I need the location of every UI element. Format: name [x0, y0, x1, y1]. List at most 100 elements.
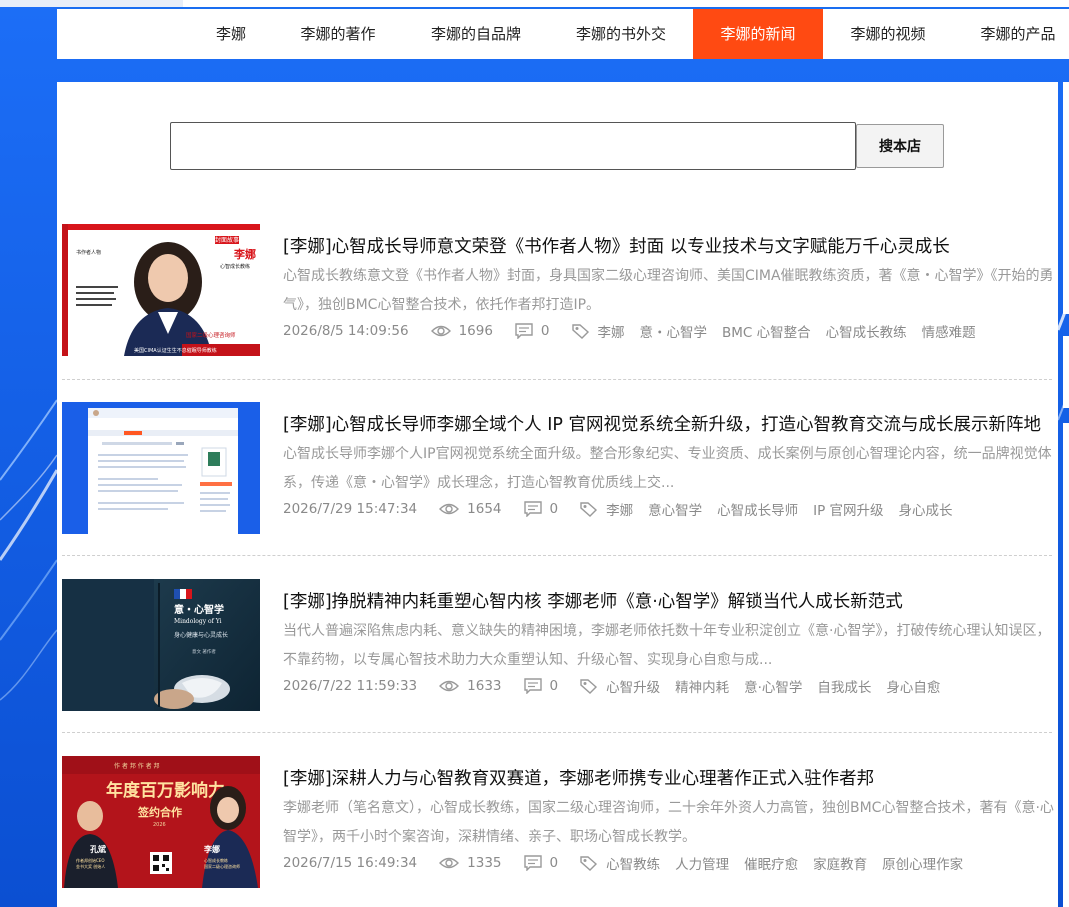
- nav-item-products[interactable]: 李娜的产品: [962, 9, 1069, 59]
- cover-footer-line1: 国家二级心理咨询师: [186, 331, 236, 339]
- article-tag[interactable]: 意心智学: [648, 499, 702, 519]
- tag-icon: [580, 678, 598, 694]
- magazine-cover-image: 书作者人物 封面故事 李娜 心智成长教练 国家二级心理咨询师 美国CIMA认证生…: [62, 224, 260, 356]
- article-meta: 2026/7/15 16:49:34 1335 0 心智教练 人力管理 催眠疗愈…: [283, 852, 963, 874]
- poster-right-role1: 心智成长教练: [204, 857, 228, 863]
- tag-icon: [571, 323, 590, 339]
- article-summary: 李娜老师（笔名意文），心智成长教练，国家二级心理咨询师，二十余年外资人力高管，独…: [283, 800, 1054, 845]
- poster-year: 2026: [153, 822, 166, 828]
- comment-icon: [523, 678, 542, 694]
- eye-icon: [439, 856, 460, 870]
- article-thumbnail[interactable]: 作 者 邦 作 者 邦 年度百万影响力 签约合作 2026 孔斌 作者邦创始CE…: [62, 756, 260, 888]
- signing-poster-image: 作 者 邦 作 者 邦 年度百万影响力 签约合作 2026 孔斌 作者邦创始CE…: [62, 756, 260, 888]
- poster-left-name: 孔斌: [90, 844, 106, 854]
- article-tag[interactable]: 家庭教育: [813, 853, 867, 873]
- article-tag[interactable]: 情感难题: [922, 321, 976, 341]
- nav-item-lina[interactable]: 李娜: [203, 9, 259, 59]
- book-title: 意・心智学: [174, 603, 224, 616]
- cover-side-text: 书作者人物: [76, 249, 101, 256]
- cover-footer-line2: 美国CIMA认证生生不息催眠导师教练: [134, 347, 217, 354]
- search-store-button[interactable]: 搜本店: [856, 124, 944, 168]
- comment-count: 0: [549, 678, 559, 694]
- article-thumbnail[interactable]: [62, 402, 260, 534]
- article-tag[interactable]: 身心自愈: [886, 676, 940, 696]
- main-panel: 搜本店 书作者人物 封面故事 李娜 心智成长教练 国家二级心理咨询师 美国CIM…: [57, 82, 1058, 907]
- cover-badge: 封面故事: [215, 236, 239, 244]
- book-subtitle: 身心健康与心灵成长: [174, 631, 228, 639]
- eye-icon: [439, 502, 460, 516]
- article-title[interactable]: [李娜]挣脱精神内耗重塑心智内核 李娜老师《意·心智学》解锁当代人成长新范式: [283, 588, 1063, 613]
- view-count: 1654: [467, 501, 502, 517]
- poster-right-role2: 国家二级心理咨询师: [204, 863, 240, 869]
- search-input[interactable]: [170, 122, 856, 170]
- right-edge-strip: [1063, 82, 1069, 314]
- article-meta: 2026/7/22 11:59:33 1633 0 心智升级 精神内耗 意·心智…: [283, 675, 940, 697]
- comment-icon: [523, 501, 542, 517]
- comment-count: 0: [549, 501, 559, 517]
- view-count: 1696: [458, 323, 493, 339]
- nav-item-works[interactable]: 李娜的著作: [285, 9, 391, 59]
- article-item: 作 者 邦 作 者 邦 年度百万影响力 签约合作 2026 孔斌 作者邦创始CE…: [62, 756, 1054, 907]
- article-tag[interactable]: 心智升级: [606, 676, 660, 696]
- book-author: 意文 著作者: [192, 648, 216, 655]
- top-nav: 李娜 李娜的著作 李娜的自品牌 李娜的书外交 李娜的新闻 李娜的视频 李娜的产品: [57, 7, 1069, 59]
- article-tag[interactable]: 心智成长教练: [826, 321, 907, 341]
- poster-sign-text: 签约合作: [137, 805, 182, 819]
- poster-top-text: 作 者 邦 作 者 邦: [114, 762, 160, 770]
- article-thumbnail[interactable]: 意・心智学 Mindology of Yi 身心健康与心灵成长 意文 著作者: [62, 579, 260, 711]
- tag-icon: [580, 501, 598, 517]
- article-summary: 当代人普遍深陷焦虑内耗、意义缺失的精神困境，李娜老师依托数十年专业积淀创立《意·…: [283, 623, 1051, 668]
- right-edge-strip: [1063, 336, 1069, 408]
- view-count: 1335: [467, 855, 502, 871]
- nav-item-brand[interactable]: 李娜的自品牌: [415, 9, 537, 59]
- article-thumbnail[interactable]: 书作者人物 封面故事 李娜 心智成长教练 国家二级心理咨询师 美国CIMA认证生…: [62, 224, 260, 356]
- nav-item-videos[interactable]: 李娜的视频: [837, 9, 939, 59]
- comment-count: 0: [540, 323, 550, 339]
- article-tag[interactable]: 人力管理: [675, 853, 729, 873]
- article-tag[interactable]: 心智成长导师: [717, 499, 798, 519]
- article-tag[interactable]: 李娜: [598, 321, 625, 341]
- article-date: 2026/7/22 11:59:33: [283, 678, 418, 694]
- article-date: 2026/7/15 16:49:34: [283, 855, 418, 871]
- article-tag[interactable]: 原创心理作家: [882, 853, 963, 873]
- article-meta: 2026/7/29 15:47:34 1654 0 李娜 意心智学 心智成长导师…: [283, 498, 953, 520]
- book-en-title: Mindology of Yi: [174, 618, 222, 625]
- cover-name: 李娜: [233, 247, 256, 261]
- poster-left-role1: 作者邦创始CEO: [76, 857, 104, 863]
- article-tag[interactable]: 催眠疗愈: [744, 853, 798, 873]
- comment-icon: [515, 323, 533, 339]
- article-date: 2026/8/5 14:09:56: [283, 323, 409, 339]
- tag-icon: [580, 855, 598, 871]
- comment-icon: [523, 855, 542, 871]
- article-title[interactable]: [李娜]心智成长导师意文荣登《书作者人物》封面 以专业技术与文字赋能万千心灵成长: [283, 233, 1063, 258]
- article-item: [李娜]心智成长导师李娜全域个人 IP 官网视觉系统全新升级，打造心智教育交流与…: [62, 402, 1052, 556]
- article-tag[interactable]: 精神内耗: [675, 676, 729, 696]
- eye-icon: [430, 324, 451, 338]
- article-tag[interactable]: 意・心智学: [640, 321, 708, 341]
- right-edge-strip: [1063, 423, 1069, 907]
- article-title[interactable]: [李娜]心智成长导师李娜全域个人 IP 官网视觉系统全新升级，打造心智教育交流与…: [283, 411, 1063, 436]
- article-tag[interactable]: 自我成长: [817, 676, 871, 696]
- article-date: 2026/7/29 15:47:34: [283, 501, 418, 517]
- view-count: 1633: [467, 678, 502, 694]
- book-cover-image: 意・心智学 Mindology of Yi 身心健康与心灵成长 意文 著作者: [62, 579, 260, 711]
- article-tag[interactable]: 意·心智学: [744, 676, 802, 696]
- article-tag[interactable]: BMC 心智整合: [722, 321, 811, 341]
- article-title[interactable]: [李娜]深耕人力与心智教育双赛道，李娜老师携专业心理著作正式入驻作者邦: [283, 765, 1063, 790]
- cover-subtitle: 心智成长教练: [220, 263, 250, 270]
- article-meta: 2026/8/5 14:09:56 1696 0 李娜 意・心智学 BMC 心智…: [283, 320, 976, 342]
- poster-right-name: 李娜: [203, 844, 220, 854]
- article-tag[interactable]: IP 官网升级: [813, 499, 883, 519]
- article-item: 意・心智学 Mindology of Yi 身心健康与心灵成长 意文 著作者 […: [62, 579, 1052, 733]
- article-tag[interactable]: 心智教练: [606, 853, 660, 873]
- eye-icon: [439, 679, 460, 693]
- article-tag[interactable]: 身心成长: [899, 499, 953, 519]
- website-screenshot-image: [62, 402, 260, 534]
- nav-item-news[interactable]: 李娜的新闻: [693, 9, 823, 59]
- article-summary: 心智成长教练意文登《书作者人物》封面，身具国家二级心理咨询师、美国CIMA催眠教…: [283, 268, 1054, 313]
- comment-count: 0: [549, 855, 559, 871]
- nav-item-book-diplomacy[interactable]: 李娜的书外交: [560, 9, 682, 59]
- article-tag[interactable]: 李娜: [606, 499, 633, 519]
- article-summary: 心智成长导师李娜个人IP官网视觉系统全面升级。整合形象纪实、专业资质、成长案例与…: [283, 446, 1052, 491]
- poster-left-role2: 金书大奖 创始人: [76, 863, 105, 869]
